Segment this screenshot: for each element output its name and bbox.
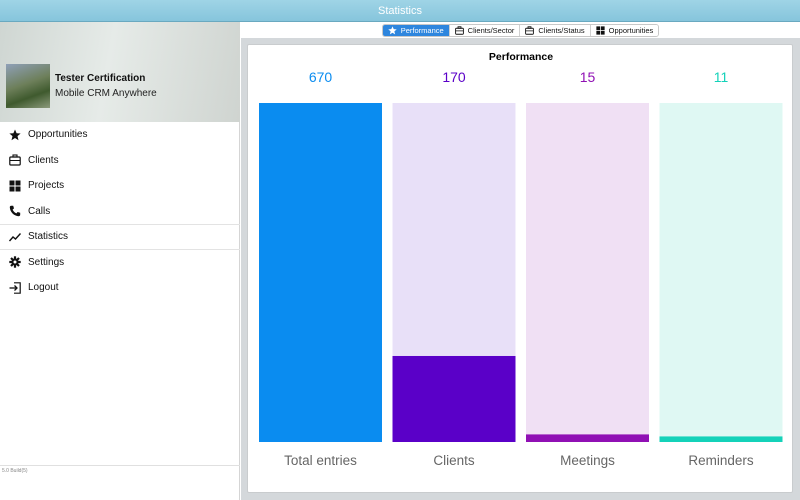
data-label: 670	[309, 69, 333, 85]
grid-icon	[9, 180, 21, 192]
chart-line-icon	[9, 231, 21, 243]
briefcase-icon	[454, 25, 464, 35]
data-label: 11	[714, 69, 729, 85]
sidebar-item-opportunities[interactable]: Opportunities	[0, 122, 240, 148]
briefcase-icon	[9, 154, 21, 166]
category-label: Total entries	[284, 453, 357, 468]
sidebar-item-label: Statistics	[28, 231, 69, 243]
star-icon	[9, 129, 21, 141]
tab-bar: Performance Clients/Sector Clients/Statu…	[241, 22, 800, 38]
bar	[526, 434, 649, 442]
sidebar-item-projects[interactable]: Projects	[0, 173, 240, 199]
data-label: 15	[580, 69, 596, 85]
window-title: Statistics	[377, 4, 422, 17]
bar-track	[659, 103, 783, 442]
bar	[259, 103, 382, 442]
sidebar-item-label: Calls	[28, 205, 51, 217]
sidebar: Tester Certification Mobile CRM Anywhere…	[0, 22, 240, 500]
category-label: Meetings	[560, 453, 615, 468]
sidebar-item-settings[interactable]: Settings	[0, 250, 240, 276]
grid-icon	[596, 25, 605, 35]
bar	[659, 436, 783, 442]
tab-clients-sector[interactable]: Clients/Sector	[449, 24, 521, 36]
data-label: 170	[442, 69, 466, 85]
gear-icon	[9, 256, 21, 268]
briefcase-icon	[525, 25, 535, 35]
profile-name: Tester Certification	[55, 73, 146, 84]
bar-track	[526, 103, 649, 442]
sidebar-item-label: Settings	[28, 256, 65, 268]
tab-label: Clients/Sector	[467, 25, 515, 35]
category-label: Clients	[433, 453, 475, 468]
main-panel: Performance Clients/Sector Clients/Statu…	[241, 22, 800, 500]
sidebar-item-logout[interactable]: Logout	[0, 275, 240, 301]
sidebar-item-clients[interactable]: Clients	[0, 148, 240, 174]
category-label: Reminders	[688, 453, 754, 468]
sidebar-item-calls[interactable]: Calls	[0, 199, 240, 225]
profile-subtitle: Mobile CRM Anywhere	[55, 88, 157, 99]
profile-header: Tester Certification Mobile CRM Anywhere	[0, 22, 240, 122]
segmented-control: Performance Clients/Sector Clients/Statu…	[381, 23, 660, 37]
sidebar-item-label: Projects	[28, 180, 65, 192]
tab-label: Opportunities	[608, 25, 654, 35]
bar	[392, 355, 516, 442]
phone-icon	[9, 205, 21, 217]
performance-card: Performance 670 Total entries 170 Clients 15…	[247, 44, 793, 493]
build-version: 5.0 Build(5)	[0, 465, 240, 500]
sidebar-item-statistics[interactable]: Statistics	[0, 224, 240, 250]
logout-icon	[9, 281, 21, 294]
performance-chart: 670 Total entries 170 Clients 15 Meetings 11 Re…	[259, 69, 783, 468]
tab-clients-status[interactable]: Clients/Status	[520, 24, 591, 36]
sidebar-menu: Opportunities Clients Projects Calls Sta…	[0, 122, 240, 301]
sidebar-item-label: Clients	[28, 154, 59, 166]
sidebar-item-label: Logout	[28, 282, 59, 294]
tab-performance[interactable]: Performance	[382, 24, 450, 36]
star-icon	[388, 25, 397, 34]
sidebar-item-label: Opportunities	[28, 129, 88, 141]
tab-label: Clients/Status	[538, 25, 585, 35]
window-titlebar: Statistics	[0, 0, 800, 22]
tab-label: Performance	[400, 25, 444, 35]
avatar	[6, 64, 50, 108]
tab-opportunities[interactable]: Opportunities	[590, 24, 659, 36]
